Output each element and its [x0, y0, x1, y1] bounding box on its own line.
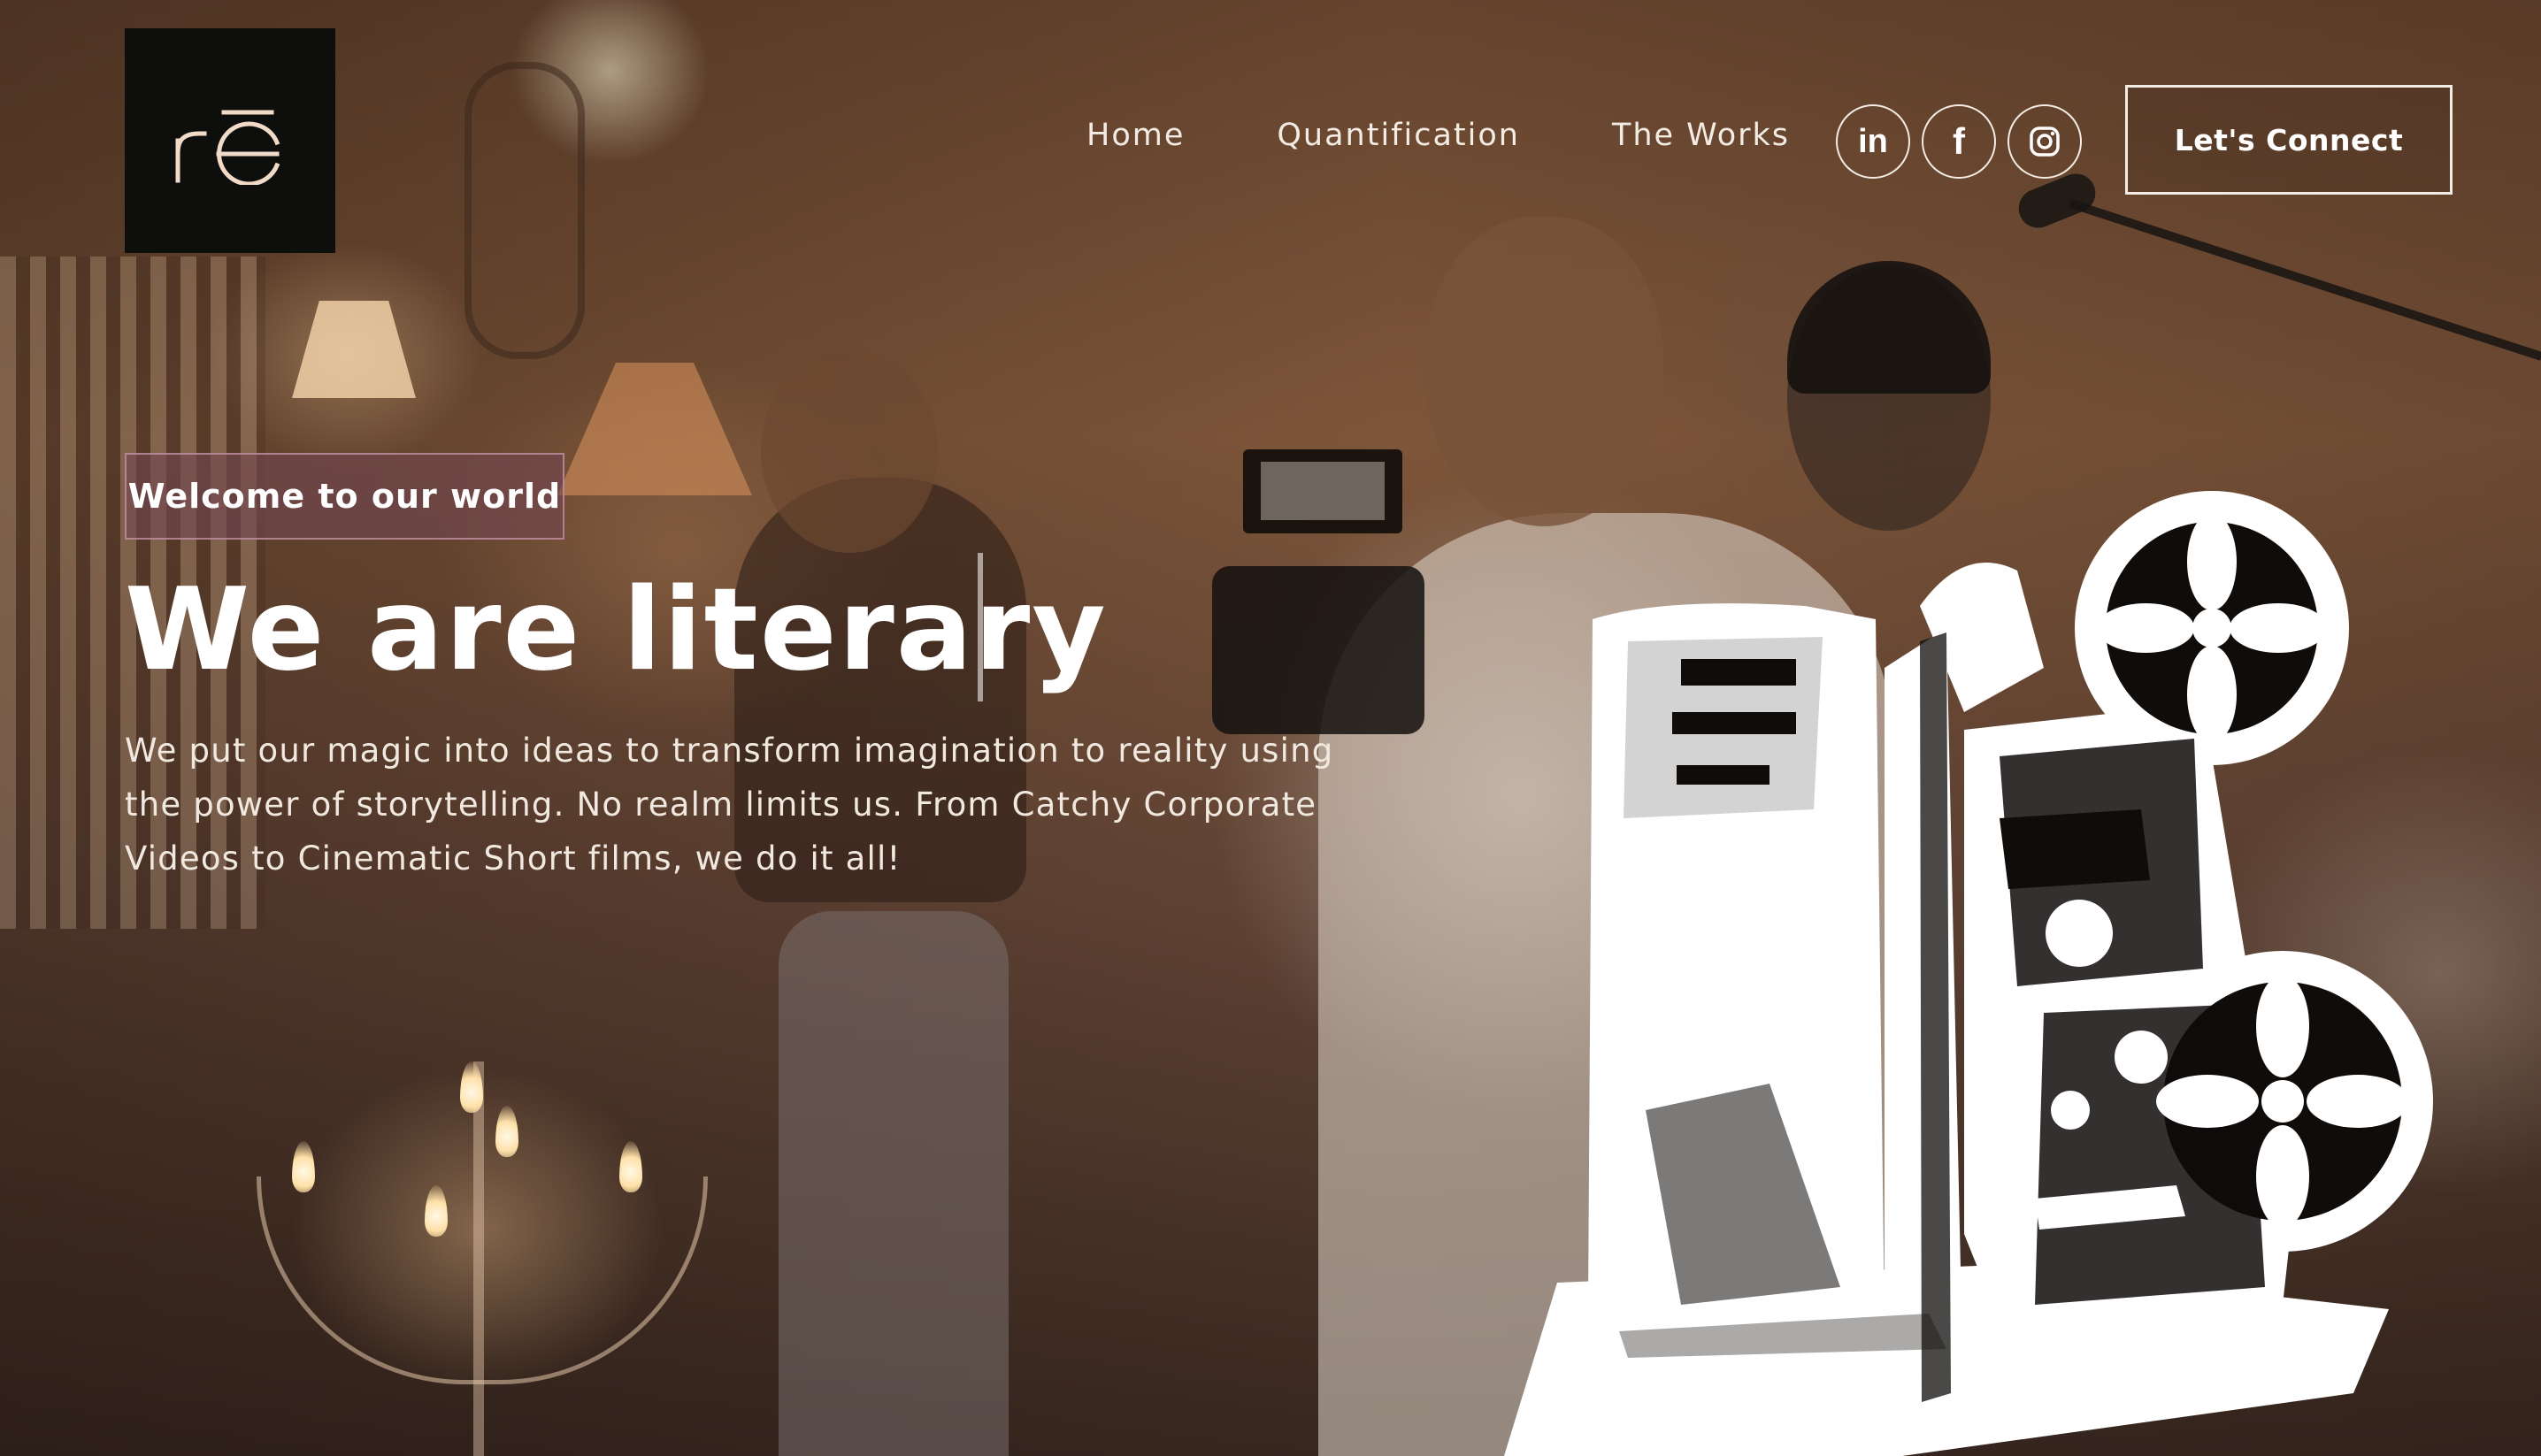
nav-link-quantification[interactable]: Quantification — [1277, 118, 1520, 153]
nav-link-home[interactable]: Home — [1086, 118, 1185, 153]
site-logo[interactable] — [125, 28, 335, 253]
instagram-button[interactable] — [2007, 104, 2082, 179]
boom-microphone — [2013, 167, 2101, 234]
welcome-tag: Welcome to our world — [125, 453, 564, 540]
crew-member-figure — [1787, 261, 1991, 394]
facebook-icon: f — [1953, 120, 1965, 162]
candelabra-decoration — [257, 1176, 708, 1384]
hero-description: We put our magic into ideas to transform… — [125, 732, 1334, 877]
main-navigation: Home Quantification The Works — [1086, 118, 1790, 153]
facebook-button[interactable]: f — [1922, 104, 1996, 179]
mirror-decoration — [464, 62, 585, 359]
candle-flame — [292, 1141, 315, 1192]
candle-flame — [495, 1106, 518, 1157]
rc-monogram-logo — [175, 110, 280, 185]
instagram-icon — [2030, 126, 2060, 157]
violinist-figure — [779, 911, 1009, 1456]
lamp-decoration — [557, 363, 752, 495]
candle-flame — [619, 1141, 642, 1192]
violinist-figure — [761, 349, 938, 553]
cinema-camera — [1212, 566, 1424, 734]
lets-connect-button[interactable]: Let's Connect — [2125, 85, 2453, 195]
hero-title: We are literary — [125, 564, 1108, 696]
camera-monitor — [1243, 449, 1402, 533]
linkedin-icon: in — [1858, 122, 1888, 160]
lamp-decoration — [292, 301, 416, 398]
typing-caret — [978, 553, 983, 701]
boom-microphone — [2069, 199, 2541, 361]
linkedin-button[interactable]: in — [1836, 104, 1910, 179]
film-projector-illustration — [1504, 491, 2433, 1456]
nav-link-the-works[interactable]: The Works — [1612, 118, 1790, 153]
